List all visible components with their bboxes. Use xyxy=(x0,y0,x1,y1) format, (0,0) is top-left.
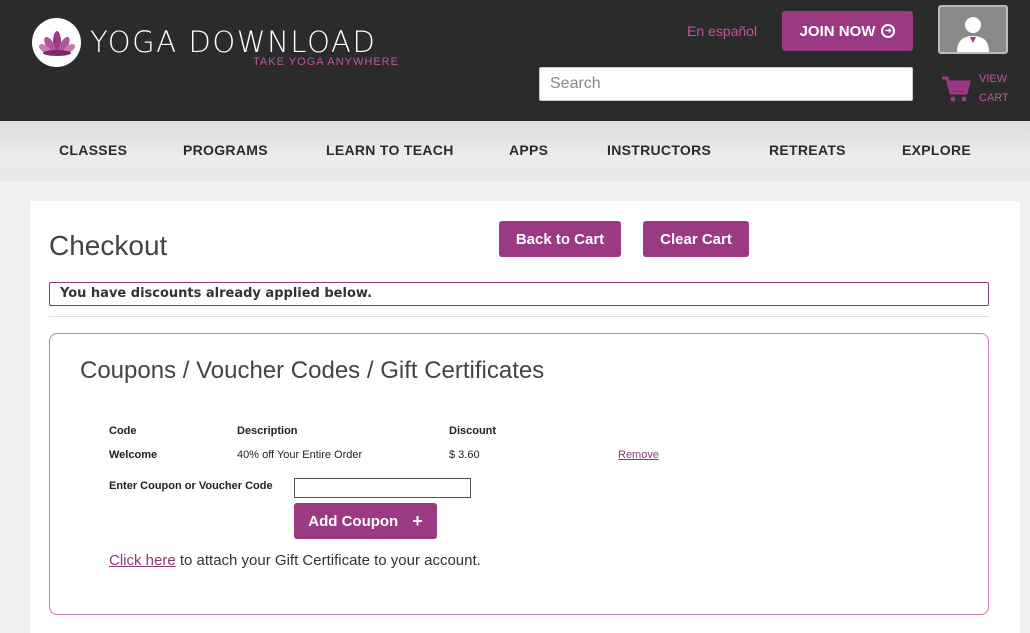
remove-coupon-link[interactable]: Remove xyxy=(618,449,659,461)
language-link[interactable]: En español xyxy=(687,23,757,39)
attach-gift-certificate-link[interactable]: Click here xyxy=(109,552,176,569)
nav-item-apps[interactable]: APPS xyxy=(509,142,548,158)
shopping-cart-icon xyxy=(942,76,971,102)
cart-label: VIEW CART xyxy=(979,70,1009,108)
view-cart-link[interactable]: VIEW CART xyxy=(941,70,1009,108)
column-header-discount: Discount xyxy=(449,425,497,437)
nav-item-programs[interactable]: PROGRAMS xyxy=(183,142,268,158)
avatar[interactable] xyxy=(938,5,1008,54)
coupon-row-code: Welcome xyxy=(109,449,158,461)
gift-certificate-line: Click here to attach your Gift Certifica… xyxy=(109,552,481,569)
coupon-field-label: Enter Coupon or Voucher Code xyxy=(109,480,273,492)
search-input[interactable] xyxy=(539,67,913,101)
brand-title[interactable]: YOGA DOWNLOAD xyxy=(90,25,376,59)
join-now-label: JOIN NOW xyxy=(799,22,876,40)
lotus-icon xyxy=(38,30,75,56)
back-to-cart-button[interactable]: Back to Cart xyxy=(499,221,621,257)
brand-tagline: TAKE YOGA ANYWHERE xyxy=(253,56,399,68)
nav-item-classes[interactable]: CLASSES xyxy=(59,142,127,158)
nav-item-learn-to-teach[interactable]: LEARN TO TEACH xyxy=(326,142,454,158)
add-coupon-button[interactable]: Add Coupon + xyxy=(294,503,437,539)
column-header-description: Description xyxy=(237,425,298,437)
user-silhouette-icon xyxy=(957,17,989,52)
cart-label-line2: CART xyxy=(979,92,1009,104)
discount-notice: You have discounts already applied below… xyxy=(49,282,989,306)
circle-arrow-icon: ➜ xyxy=(881,24,896,38)
column-header-code: Code xyxy=(109,425,137,437)
gift-certificate-text: to attach your Gift Certificate to your … xyxy=(175,552,481,569)
divider xyxy=(49,316,989,317)
coupon-code-input[interactable] xyxy=(294,478,471,498)
logo[interactable] xyxy=(32,18,81,67)
add-coupon-label: Add Coupon xyxy=(308,512,399,530)
cart-label-line1: VIEW xyxy=(979,73,1008,85)
coupons-title: Coupons / Voucher Codes / Gift Certifica… xyxy=(80,357,545,384)
site-header: YOGA DOWNLOAD TAKE YOGA ANYWHERE En espa… xyxy=(0,0,1030,121)
nav-item-explore[interactable]: EXPLORE xyxy=(902,142,971,158)
page-title: Checkout xyxy=(49,230,168,261)
nav-item-retreats[interactable]: RETREATS xyxy=(769,142,846,158)
coupon-row-discount: $ 3.60 xyxy=(449,449,480,461)
plus-icon: + xyxy=(412,511,423,531)
coupon-row-description: 40% off Your Entire Order xyxy=(237,449,363,461)
clear-cart-button[interactable]: Clear Cart xyxy=(643,221,749,257)
join-now-button[interactable]: JOIN NOW ➜ xyxy=(782,11,913,51)
nav-item-instructors[interactable]: INSTRUCTORS xyxy=(607,142,711,158)
main-nav: CLASSES PROGRAMS LEARN TO TEACH APPS INS… xyxy=(0,121,1030,181)
